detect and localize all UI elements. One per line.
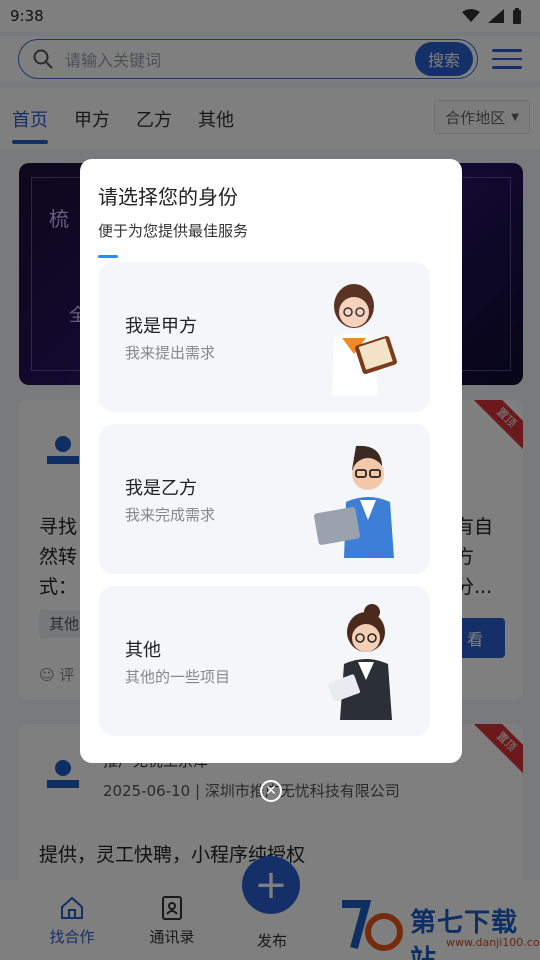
option-party-a[interactable]: 我是甲方 我来提出需求 — [99, 262, 430, 412]
option-desc: 我来提出需求 — [125, 344, 216, 362]
dialog-accent-bar — [98, 255, 118, 258]
close-icon[interactable]: ✕ — [260, 780, 282, 802]
option-title: 其他 — [125, 640, 161, 661]
option-other[interactable]: 其他 其他的一些项目 — [99, 586, 430, 736]
option-title: 我是乙方 — [125, 478, 197, 499]
dialog-title: 请选择您的身份 — [98, 185, 238, 209]
dialog-subtitle: 便于为您提供最佳服务 — [98, 222, 249, 240]
option-party-b[interactable]: 我是乙方 我来完成需求 — [99, 424, 430, 574]
option-desc: 其他的一些项目 — [125, 668, 231, 686]
woman-with-book-avatar-icon — [332, 284, 397, 396]
woman-with-tablet-avatar-icon — [327, 604, 392, 720]
option-title: 我是甲方 — [125, 316, 197, 337]
option-desc: 我来完成需求 — [125, 506, 216, 524]
identity-dialog: 请选择您的身份 便于为您提供最佳服务 我是甲方 我来提出需求 我是乙方 我来完成… — [80, 159, 462, 763]
man-with-laptop-avatar-icon — [314, 445, 394, 558]
